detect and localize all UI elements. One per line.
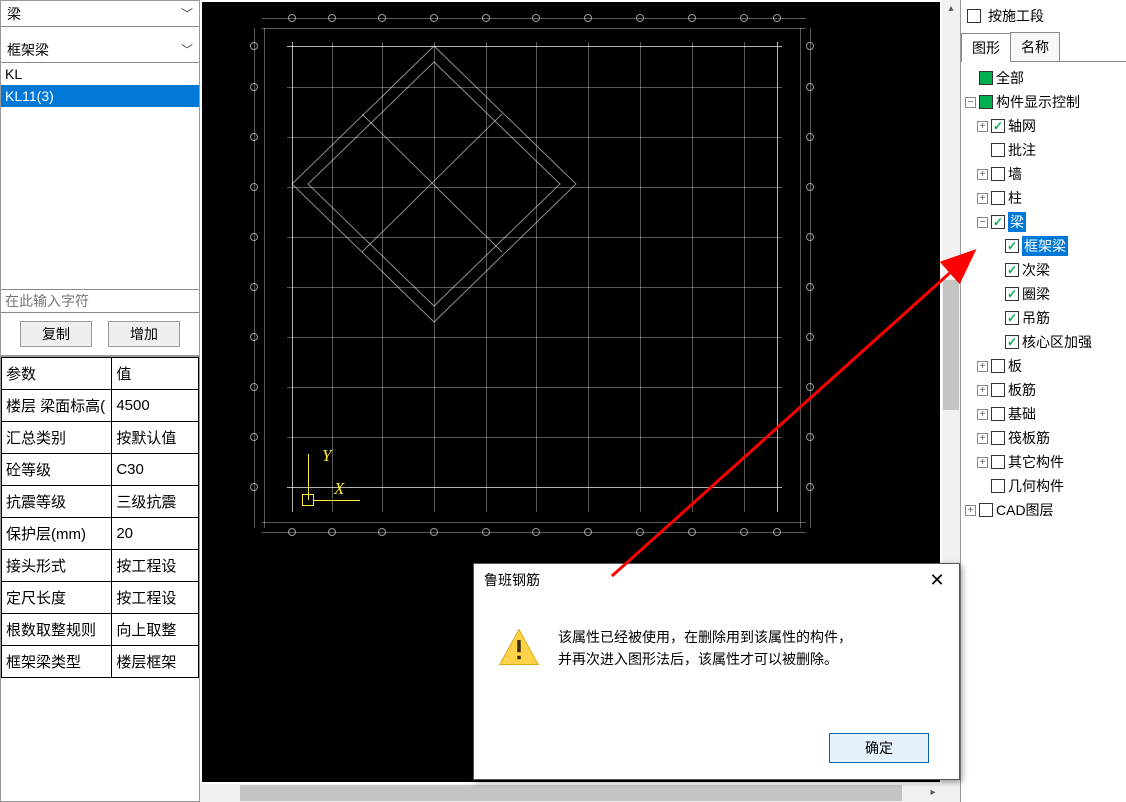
- horizontal-scrollbar[interactable]: ▸: [200, 784, 942, 802]
- component-list[interactable]: KL KL11(3): [1, 63, 199, 289]
- display-tree[interactable]: 全部 构件显示控制 ✓轴网 批注 墙 柱 ✓梁 ✓框架梁 ✓次梁 ✓圈梁 ✓吊筋…: [961, 62, 1126, 802]
- scrollbar-thumb[interactable]: [240, 785, 902, 801]
- table-row: 楼层 梁面标高(4500: [2, 390, 199, 422]
- table-row: 砼等级C30: [2, 454, 199, 486]
- drawing-area: X Y ▴ ▸ 鲁班钢筋 ✕: [200, 0, 960, 802]
- checkbox-icon[interactable]: [991, 455, 1005, 469]
- tree-collapse-icon[interactable]: [965, 97, 976, 108]
- scroll-right-icon[interactable]: ▸: [924, 784, 942, 802]
- checkbox-icon[interactable]: ✓: [991, 119, 1005, 133]
- add-button[interactable]: 增加: [108, 321, 180, 347]
- checkbox-icon[interactable]: ✓: [1005, 287, 1019, 301]
- table-row: 定尺长度按工程设: [2, 582, 199, 614]
- close-icon: ✕: [929, 570, 944, 591]
- category-combo-value: 梁: [7, 4, 21, 24]
- checkbox-icon[interactable]: ✓: [1005, 335, 1019, 349]
- checkbox-icon[interactable]: [991, 143, 1005, 157]
- tab-graphics[interactable]: 图形: [961, 33, 1011, 62]
- tree-expand-icon[interactable]: [977, 121, 988, 132]
- checkbox-icon[interactable]: [991, 167, 1005, 181]
- properties-table-wrap: 参数 值 楼层 梁面标高(4500 汇总类别按默认值 砼等级C30 抗震等级三级…: [1, 356, 199, 801]
- table-row: 根数取整规则向上取整: [2, 614, 199, 646]
- props-header-param: 参数: [2, 358, 112, 390]
- tree-expand-icon[interactable]: [977, 409, 988, 420]
- table-row: 汇总类别按默认值: [2, 422, 199, 454]
- checkbox-icon[interactable]: ✓: [991, 215, 1005, 229]
- chevron-down-icon: ﹀: [181, 41, 193, 58]
- checkbox-icon[interactable]: [991, 479, 1005, 493]
- warning-icon: [498, 626, 540, 668]
- tree-node-frame-beam[interactable]: 框架梁: [1022, 236, 1068, 256]
- scrollbar-thumb[interactable]: [943, 280, 959, 410]
- table-row: 接头形式按工程设: [2, 550, 199, 582]
- checkbox-icon[interactable]: ✓: [1005, 311, 1019, 325]
- subcategory-combo[interactable]: 框架梁 ﹀: [1, 37, 199, 63]
- tree-collapse-icon[interactable]: [977, 217, 988, 228]
- properties-table[interactable]: 参数 值 楼层 梁面标高(4500 汇总类别按默认值 砼等级C30 抗震等级三级…: [1, 357, 199, 678]
- checkbox-icon[interactable]: [991, 359, 1005, 373]
- tab-name[interactable]: 名称: [1010, 32, 1060, 61]
- checkbox-icon[interactable]: [991, 407, 1005, 421]
- checkbox-icon[interactable]: [991, 191, 1005, 205]
- category-combo[interactable]: 梁 ﹀: [1, 1, 199, 27]
- table-row: 抗震等级三级抗震: [2, 486, 199, 518]
- tree-expand-icon[interactable]: [965, 505, 976, 516]
- filter-input[interactable]: [1, 289, 199, 313]
- list-item[interactable]: KL11(3): [1, 85, 199, 107]
- table-row: 框架梁类型楼层框架: [2, 646, 199, 678]
- stage-checkbox[interactable]: [967, 9, 981, 23]
- checkbox-icon[interactable]: ✓: [1005, 263, 1019, 277]
- chevron-down-icon: ﹀: [181, 5, 193, 22]
- tree-expand-icon[interactable]: [977, 193, 988, 204]
- subcategory-combo-value: 框架梁: [7, 40, 49, 60]
- dialog-message: 该属性已经被使用，在删除用到该属性的构件， 并再次进入图形法后，该属性才可以被删…: [558, 626, 852, 670]
- tree-expand-icon[interactable]: [977, 433, 988, 444]
- right-tabs: 图形 名称: [961, 32, 1126, 62]
- stage-row: 按施工段: [961, 0, 1126, 32]
- tree-expand-icon[interactable]: [977, 385, 988, 396]
- checkbox-icon[interactable]: [979, 71, 993, 85]
- stage-label: 按施工段: [988, 6, 1044, 26]
- message-dialog: 鲁班钢筋 ✕ 该属性已经被使用，在删除用到该属性的构件， 并再次进入图形法后，该…: [473, 563, 960, 780]
- tree-expand-icon[interactable]: [977, 457, 988, 468]
- list-item[interactable]: KL: [1, 63, 199, 85]
- close-button[interactable]: ✕: [925, 568, 949, 592]
- dialog-title: 鲁班钢筋: [484, 570, 540, 590]
- tree-expand-icon[interactable]: [977, 169, 988, 180]
- right-panel: 按施工段 图形 名称 全部 构件显示控制 ✓轴网 批注 墙 柱 ✓梁 ✓框架梁 …: [960, 0, 1126, 802]
- scrollbar-corner: [942, 784, 960, 802]
- tree-node-beam[interactable]: 梁: [1008, 212, 1026, 232]
- checkbox-icon[interactable]: [991, 431, 1005, 445]
- tree-expand-icon[interactable]: [977, 361, 988, 372]
- list-button-row: 复制 增加: [1, 313, 199, 356]
- axis-x-label: X: [334, 479, 344, 499]
- left-panel: 梁 ﹀ 框架梁 ﹀ KL KL11(3) 复制 增加 参数 值 楼层 梁面标高(…: [0, 0, 200, 802]
- props-header-value: 值: [112, 358, 199, 390]
- checkbox-icon[interactable]: [979, 95, 993, 109]
- checkbox-icon[interactable]: [991, 383, 1005, 397]
- scroll-up-icon[interactable]: ▴: [942, 0, 960, 18]
- checkbox-icon[interactable]: [979, 503, 993, 517]
- axis-y-label: Y: [322, 446, 331, 466]
- checkbox-icon[interactable]: ✓: [1005, 239, 1019, 253]
- copy-button[interactable]: 复制: [20, 321, 92, 347]
- table-row: 保护层(mm)20: [2, 518, 199, 550]
- ok-button[interactable]: 确定: [829, 733, 929, 763]
